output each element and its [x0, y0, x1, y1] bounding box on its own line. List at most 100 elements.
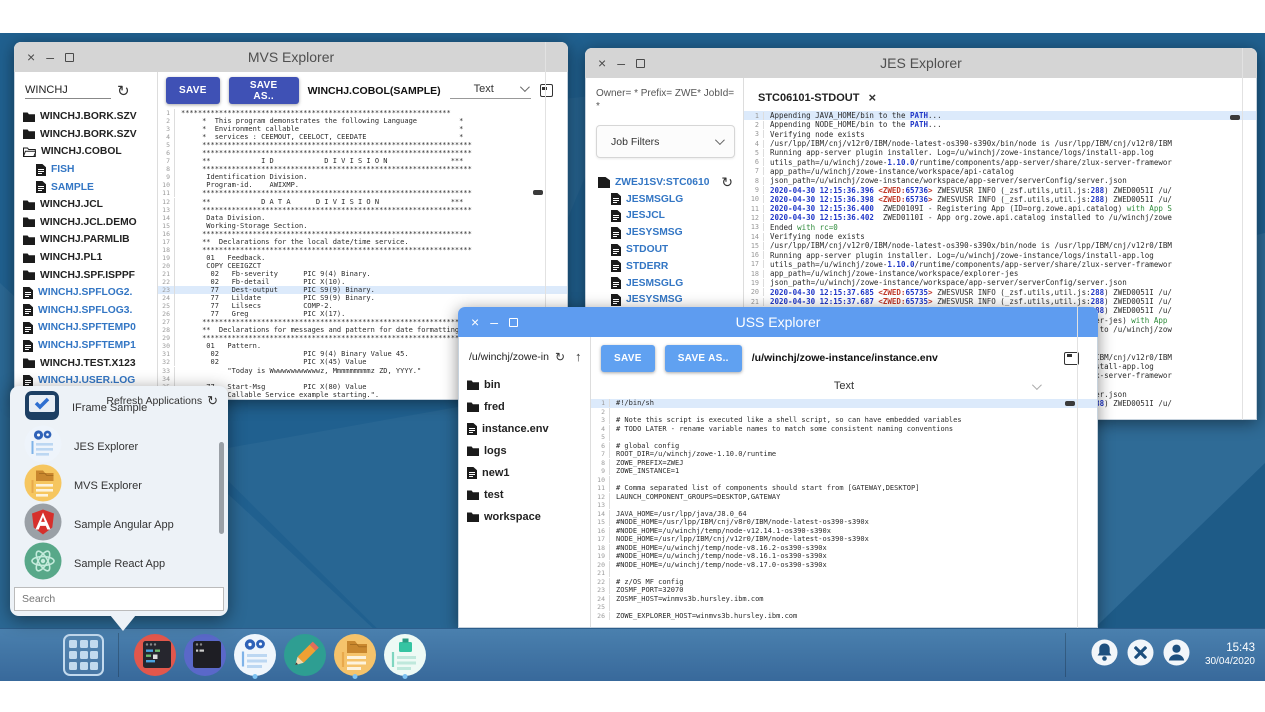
tree-item[interactable]: workspace [467, 506, 588, 528]
tree-item[interactable]: WINCHJ.BORK.SZV [23, 126, 155, 144]
code-line[interactable]: 25 [591, 603, 1097, 612]
minimize-icon[interactable]: – [617, 56, 625, 70]
code-line[interactable]: 5 **************************************… [158, 141, 567, 149]
tree-item[interactable]: JESJCL [598, 208, 741, 225]
syntax-mode-select[interactable]: Text [591, 373, 1097, 399]
dataset-filter-input[interactable] [25, 84, 111, 99]
code-line[interactable]: 19 01 Feedback. [158, 254, 567, 262]
tree-item[interactable]: fred [467, 396, 588, 418]
scrollbar-thumb[interactable] [1230, 115, 1240, 120]
code-line[interactable]: 20 COPY CEEIGZCT [158, 262, 567, 270]
save-as-button[interactable]: SAVE AS.. [229, 77, 299, 104]
tree-item[interactable]: SAMPLE [23, 178, 155, 196]
code-line[interactable]: 21 02 Fb-severity PIC 9(4) Binary. [158, 270, 567, 278]
tree-item[interactable]: WINCHJ.SPFTEMP1 [23, 337, 155, 355]
launcher-item-mvs-explorer[interactable]: MVS Explorer [10, 466, 228, 505]
code-line[interactable]: 17 ** Declarations for the local date/ti… [158, 238, 567, 246]
code-line[interactable]: 9 Identification Division. [158, 173, 567, 181]
job-filters-expander[interactable]: Job Filters [596, 125, 735, 158]
code-line[interactable]: 14JAVA_HOME=/usr/lpp/java/J8.0_64 [591, 510, 1097, 519]
taskbar-app-tn3270-terminal[interactable] [181, 630, 228, 680]
jes-titlebar[interactable]: × – JES Explorer [585, 48, 1257, 78]
code-line[interactable]: 2 [591, 408, 1097, 417]
launcher-item-sample-react-app[interactable]: Sample React App [10, 544, 228, 582]
code-line[interactable]: 14 Data Division. [158, 214, 567, 222]
taskbar-app-jes-explorer[interactable] [231, 630, 278, 680]
minimize-icon[interactable]: – [490, 315, 498, 329]
taskbar-app-uss-explorer[interactable] [381, 630, 428, 680]
close-tab-icon[interactable]: × [868, 90, 876, 105]
code-line[interactable]: 17NODE_HOME=/usr/lpp/IBM/cnj/v12r0/IBM/n… [591, 535, 1097, 544]
tree-item[interactable]: WINCHJ.BORK.SZV [23, 108, 155, 126]
code-line[interactable]: 23ZOSMF_PORT=32070 [591, 586, 1097, 595]
code-line[interactable]: 21 [591, 569, 1097, 578]
open-in-window-icon[interactable] [540, 84, 553, 97]
code-line[interactable]: 8 **************************************… [158, 165, 567, 173]
tree-item[interactable]: WINCHJ.COBOL [23, 143, 155, 161]
tree-item[interactable]: JESMSGLG [598, 275, 741, 292]
user-account-icon[interactable] [1163, 639, 1190, 671]
maximize-icon[interactable] [509, 318, 518, 327]
tree-item[interactable]: new1 [467, 462, 588, 484]
code-line[interactable]: 2 * This program demonstrates the follow… [158, 117, 567, 125]
code-line[interactable]: 6# global config [591, 442, 1097, 451]
code-line[interactable]: 10 Program-id. AWIXMP. [158, 181, 567, 189]
code-line[interactable]: 7 ** I D D I V I S I O N *** [158, 157, 567, 165]
tree-item[interactable]: JESMSGLG [598, 191, 741, 208]
tree-item[interactable]: ZWEJ1SV:STC0610↻ [598, 174, 741, 191]
code-line[interactable]: 24ZOSMF_HOST=winmvs3b.hursley.ibm.com [591, 595, 1097, 604]
tree-item[interactable]: WINCHJ.TEST.X123 [23, 354, 155, 372]
save-as-button[interactable]: SAVE AS.. [665, 345, 742, 372]
code-line[interactable]: 24 77 Lildate PIC S9(9) Binary. [158, 294, 567, 302]
scrollbar-thumb[interactable] [533, 190, 543, 195]
close-icon[interactable]: × [471, 315, 479, 329]
code-line[interactable]: 20#NODE_HOME=/u/winchj/temp/node-v8.17.0… [591, 561, 1097, 570]
code-line[interactable]: 18#NODE_HOME=/u/winchj/temp/node-v8.16.2… [591, 544, 1097, 553]
code-line[interactable]: 22 02 Fb-detail PIC X(10). [158, 278, 567, 286]
tree-item[interactable]: WINCHJ.JCL [23, 196, 155, 214]
spool-file-tab[interactable]: STC06101-STDOUT × [748, 84, 886, 111]
save-button[interactable]: SAVE [601, 345, 655, 372]
code-line[interactable]: 11 *************************************… [158, 189, 567, 197]
taskbar-app-vt-terminal[interactable] [131, 630, 178, 680]
code-line[interactable]: 3 * Environment callable * [158, 125, 567, 133]
code-line[interactable]: 18 *************************************… [158, 246, 567, 254]
code-line[interactable]: 13 [591, 501, 1097, 510]
code-line[interactable]: 26ZOWE_EXPLORER_HOST=winmvs3b.hursley.ib… [591, 612, 1097, 621]
launcher-scrollbar[interactable] [219, 442, 224, 534]
code-line[interactable]: 4# TODO LATER - rename variable names to… [591, 425, 1097, 434]
tree-item[interactable]: STDOUT [598, 241, 741, 258]
tree-item[interactable]: logs [467, 440, 588, 462]
code-line[interactable]: 16#NODE_HOME=/u/winchj/temp/node-v12.14.… [591, 527, 1097, 536]
code-line[interactable]: 8ZOWE_PREFIX=ZWEJ [591, 459, 1097, 468]
save-button[interactable]: SAVE [166, 77, 220, 104]
code-line[interactable]: 15 Working-Storage Section. [158, 222, 567, 230]
settings-tools-icon[interactable] [1127, 639, 1154, 671]
tree-item[interactable]: WINCHJ.SPFLOG3. [23, 302, 155, 320]
tree-item[interactable]: WINCHJ.SPF.ISPPF [23, 266, 155, 284]
code-line[interactable]: 11# Comma separated list of components s… [591, 484, 1097, 493]
code-line[interactable]: 12LAUNCH_COMPONENT_GROUPS=DESKTOP,GATEWA… [591, 493, 1097, 502]
tree-item[interactable]: bin [467, 374, 588, 396]
uss-code-editor[interactable]: 1#!/bin/sh23# Note this script is execut… [591, 399, 1097, 627]
code-line[interactable]: 16 *************************************… [158, 230, 567, 238]
code-line[interactable]: 10 [591, 476, 1097, 485]
code-line[interactable]: 22# z/OS MF config [591, 578, 1097, 587]
tree-item[interactable]: instance.env [467, 418, 588, 440]
launcher-item-sample-angular-app[interactable]: Sample Angular App [10, 505, 228, 544]
code-line[interactable]: 5 [591, 433, 1097, 442]
tree-item[interactable]: FISH [23, 161, 155, 179]
code-line[interactable]: 1#!/bin/sh [591, 399, 1097, 408]
launcher-search-input[interactable] [14, 587, 224, 611]
code-line[interactable]: 6 **************************************… [158, 149, 567, 157]
tree-item[interactable]: WINCHJ.SPFTEMP0 [23, 319, 155, 337]
app-launcher-button[interactable] [63, 634, 104, 676]
uss-path-input[interactable]: /u/winchj/zowe-in [469, 351, 549, 363]
taskbar-app-editor[interactable] [281, 630, 328, 680]
tree-item[interactable]: WINCHJ.SPFLOG2. [23, 284, 155, 302]
launcher-item-iframe-sample[interactable]: IFrame Sample [10, 388, 228, 427]
tree-item[interactable]: WINCHJ.PARMLIB [23, 231, 155, 249]
refresh-icon[interactable]: ↻ [555, 350, 565, 364]
code-line[interactable]: 23 77 Dest-output PIC S9(9) Binary. [158, 286, 567, 294]
tree-item[interactable]: test [467, 484, 588, 506]
